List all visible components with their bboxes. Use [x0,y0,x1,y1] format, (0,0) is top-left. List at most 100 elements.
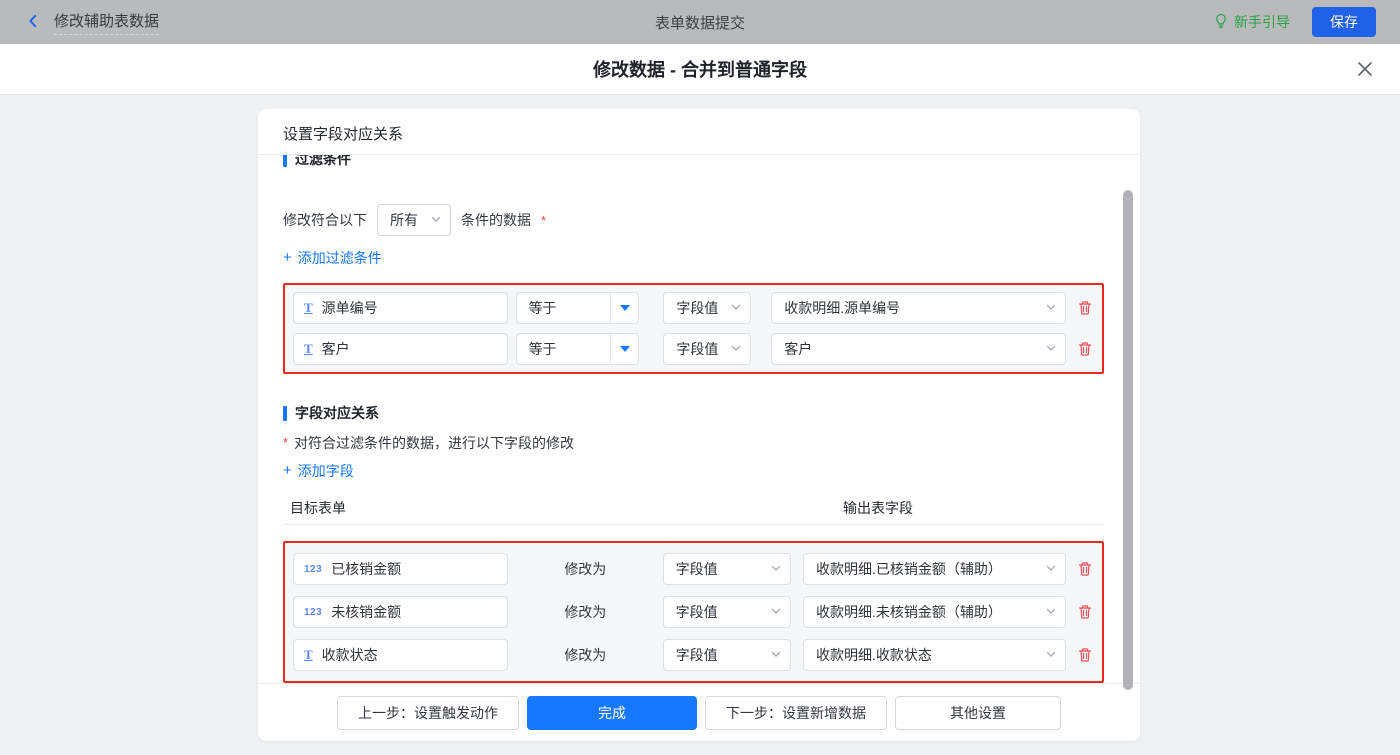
modal-body: 设置字段对应关系 过滤条件 修改符合以下 所有 条件的数据 * [0,95,1400,755]
mapping-value-type: 字段值 [676,645,718,665]
beginner-guide-label: 新手引导 [1234,12,1290,32]
filter-field-name: 客户 [322,339,350,359]
match-condition-row: 修改符合以下 所有 条件的数据 * [283,204,1115,236]
add-filter-condition-link[interactable]: + 添加过滤条件 [283,250,382,265]
back-button[interactable] [24,12,42,33]
output-field-column-label: 输出表字段 [843,498,913,518]
mapping-value-select[interactable]: 收款明细.收款状态 [803,639,1066,671]
filter-field-input[interactable]: T 客户 [293,333,508,365]
filter-section-title: 过滤条件 [283,155,1115,168]
scrollbar-thumb[interactable] [1123,190,1133,690]
filter-field-name: 源单编号 [322,298,378,318]
filter-value-type-select[interactable]: 字段值 [663,333,751,365]
filter-value-type-select[interactable]: 字段值 [663,292,751,324]
chevron-down-icon [1045,561,1057,577]
filter-row: T 客户 等于 字段值 客户 [293,333,1094,365]
text-field-icon: T [304,341,313,357]
plus-icon: + [283,250,292,265]
settings-panel: 设置字段对应关系 过滤条件 修改符合以下 所有 条件的数据 * [258,109,1140,741]
target-field-input[interactable]: 123 未核销金额 [293,596,508,628]
mapping-value: 收款明细.收款状态 [816,645,932,665]
modify-to-label: 修改为 [508,602,663,622]
caret-down-icon[interactable] [610,334,638,364]
chevron-down-icon [1045,300,1057,316]
target-form-column-label: 目标表单 [290,498,346,518]
beginner-guide-link[interactable]: 新手引导 [1213,12,1290,32]
mapping-rows-highlight-box: 123 已核销金额 修改为 字段值 收款明细.已核销金额（辅助） [283,541,1104,683]
modal-header: 修改数据 - 合并到普通字段 [0,44,1400,95]
delete-row-button[interactable] [1076,603,1094,621]
chevron-down-icon [1045,647,1057,663]
filter-value-select[interactable]: 客户 [771,333,1066,365]
mapping-value-type: 字段值 [676,602,718,622]
workflow-name[interactable]: 修改辅助表数据 [54,10,159,35]
done-button[interactable]: 完成 [527,696,697,730]
filter-value-type: 字段值 [676,339,718,359]
chevron-down-icon [770,604,782,620]
plus-icon: + [283,463,292,478]
filter-operator-value: 等于 [517,298,611,318]
lightbulb-icon [1213,13,1229,32]
mapping-value-type: 字段值 [676,559,718,579]
chevron-down-icon [730,341,742,357]
panel-title: 设置字段对应关系 [258,109,1140,155]
mapping-columns-header: 目标表单 输出表字段 [283,498,1115,513]
filter-operator-value: 等于 [517,339,611,359]
target-field-name: 未核销金额 [331,602,401,622]
chevron-down-icon [430,212,442,228]
delete-row-button[interactable] [1076,340,1094,358]
mapping-value-select[interactable]: 收款明细.已核销金额（辅助） [803,553,1066,585]
filter-row: T 源单编号 等于 字段值 收款明细.源单编号 [293,292,1094,324]
section-bar [283,406,287,421]
scroll-area[interactable]: 过滤条件 修改符合以下 所有 条件的数据 * + 添加过滤条件 [258,155,1140,683]
filter-value-type: 字段值 [676,298,718,318]
match-suffix-label: 条件的数据 [461,210,531,230]
mapping-row: 123 已核销金额 修改为 字段值 收款明细.已核销金额（辅助） [293,553,1094,585]
mapping-section-title: 字段对应关系 [283,404,1115,422]
mapping-value: 收款明细.已核销金额（辅助） [816,559,1002,579]
next-step-button[interactable]: 下一步：设置新增数据 [705,696,887,730]
prev-step-button[interactable]: 上一步：设置触发动作 [337,696,519,730]
delete-row-button[interactable] [1076,299,1094,317]
close-icon[interactable] [1354,58,1376,80]
chevron-down-icon [770,561,782,577]
trigger-form-title: 表单数据提交 [655,12,745,33]
filter-value: 收款明细.源单编号 [784,298,900,318]
filter-field-input[interactable]: T 源单编号 [293,292,508,324]
other-settings-button[interactable]: 其他设置 [895,696,1061,730]
section-bar [283,155,287,167]
mapping-value-select[interactable]: 收款明细.未核销金额（辅助） [803,596,1066,628]
filter-operator-select[interactable]: 等于 [516,333,640,365]
mapping-row: 123 未核销金额 修改为 字段值 收款明细.未核销金额（辅助） [293,596,1094,628]
mapping-description: * 对符合过滤条件的数据，进行以下字段的修改 [283,433,1115,449]
delete-row-button[interactable] [1076,560,1094,578]
filter-operator-select[interactable]: 等于 [516,292,640,324]
caret-down-icon[interactable] [610,293,638,323]
filter-rows-highlight-box: T 源单编号 等于 字段值 收款明细.源单编号 [283,283,1104,374]
target-field-name: 已核销金额 [331,559,401,579]
save-button[interactable]: 保存 [1312,7,1376,37]
top-bar: 修改辅助表数据 表单数据提交 新手引导 保存 [0,0,1400,44]
match-type-select[interactable]: 所有 [377,204,451,236]
text-field-icon: T [304,647,313,663]
mapping-value-type-select[interactable]: 字段值 [663,639,791,671]
chevron-down-icon [730,300,742,316]
filter-value-select[interactable]: 收款明细.源单编号 [771,292,1066,324]
delete-row-button[interactable] [1076,646,1094,664]
number-field-icon: 123 [304,564,322,575]
target-field-input[interactable]: 123 已核销金额 [293,553,508,585]
columns-divider [283,524,1104,525]
panel-footer: 上一步：设置触发动作 完成 下一步：设置新增数据 其他设置 [258,683,1140,741]
chevron-down-icon [770,647,782,663]
chevron-left-icon [24,12,42,33]
mapping-value-type-select[interactable]: 字段值 [663,553,791,585]
mapping-value-type-select[interactable]: 字段值 [663,596,791,628]
add-field-link[interactable]: + 添加字段 [283,463,354,478]
modify-to-label: 修改为 [508,645,663,665]
match-type-value: 所有 [390,210,418,230]
target-field-name: 收款状态 [322,645,378,665]
text-field-icon: T [304,300,313,316]
chevron-down-icon [1045,604,1057,620]
filter-value: 客户 [784,339,812,359]
target-field-input[interactable]: T 收款状态 [293,639,508,671]
